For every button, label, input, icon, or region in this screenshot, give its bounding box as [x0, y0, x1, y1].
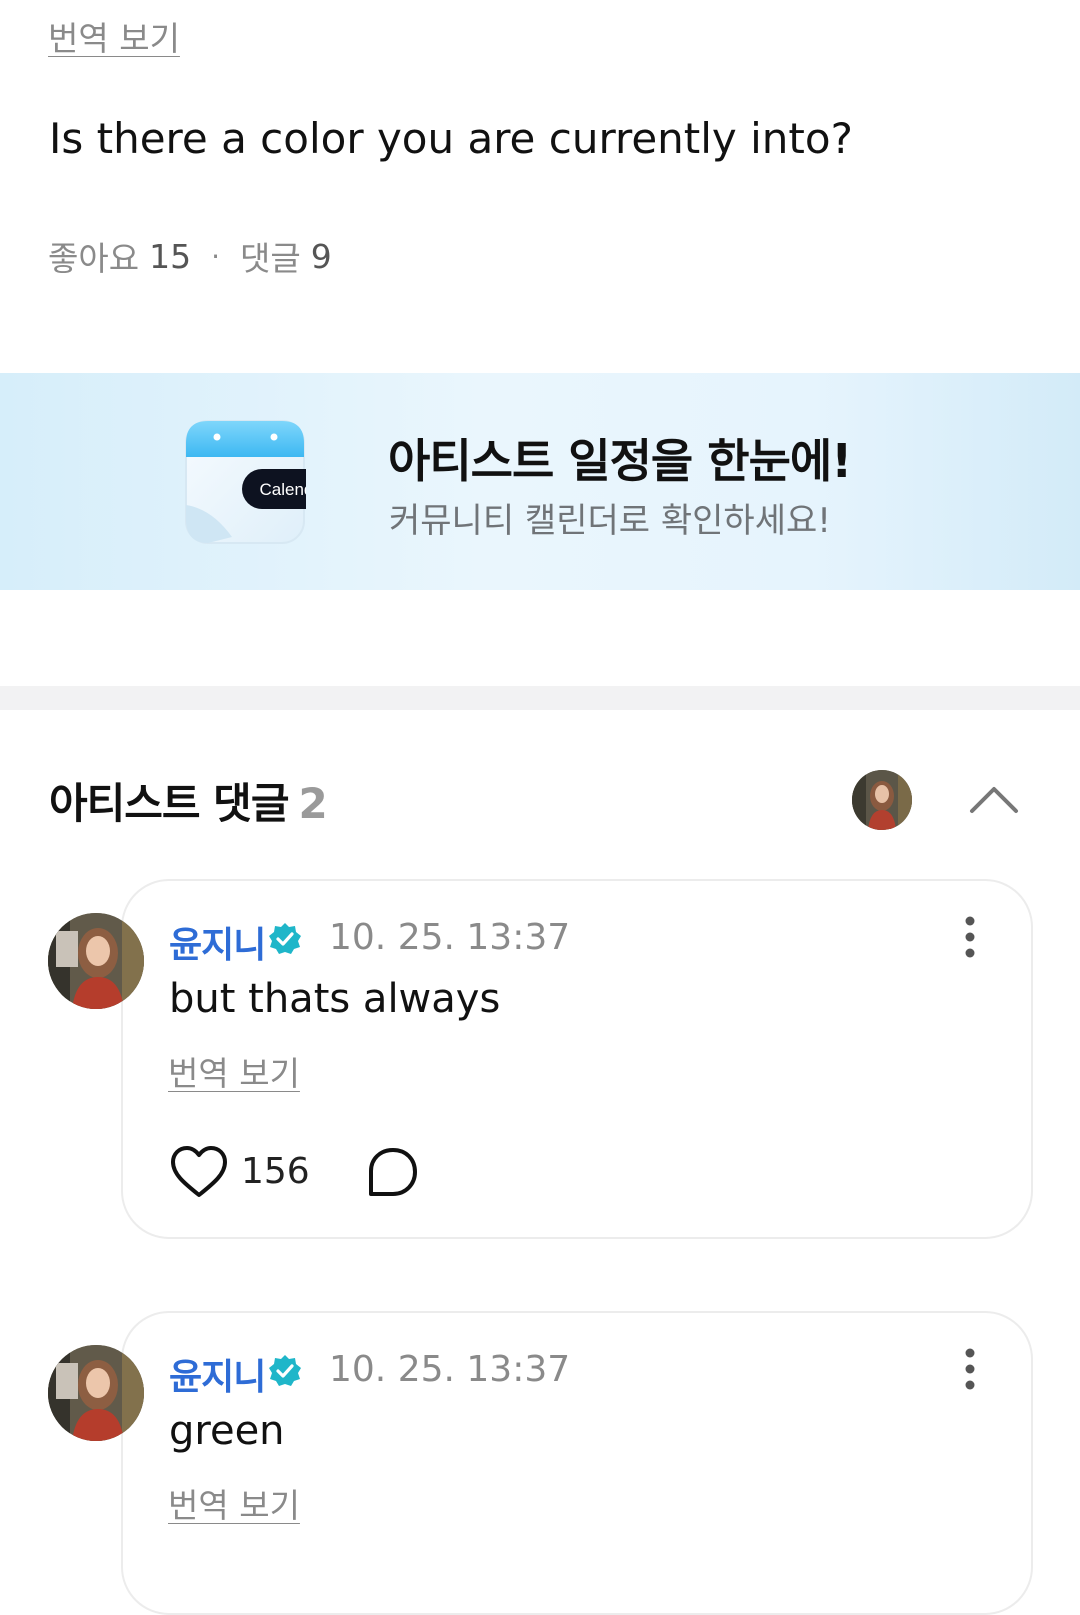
- post-text: Is there a color you are currently into?: [49, 114, 853, 163]
- more-vertical-icon[interactable]: [955, 914, 985, 960]
- likes-label: 좋아요: [48, 239, 140, 278]
- heart-icon[interactable]: [170, 1145, 228, 1199]
- comment-timestamp: 10. 25. 13:37: [329, 917, 571, 958]
- comments-count: 9: [310, 236, 332, 276]
- comments-label: 댓글: [240, 239, 301, 278]
- comment-author-name[interactable]: 윤지니: [169, 1348, 266, 1400]
- more-vertical-icon[interactable]: [955, 1346, 985, 1392]
- section-divider: [0, 686, 1080, 710]
- banner-subtitle: 커뮤니티 캘린더로 확인하세요!: [389, 501, 831, 541]
- comment-author-name[interactable]: 윤지니: [169, 916, 266, 968]
- stats-separator: ·: [211, 239, 220, 273]
- banner-title: 아티스트 일정을 한눈에!: [388, 434, 852, 488]
- comment-timestamp: 10. 25. 13:37: [329, 1349, 571, 1390]
- comment-text: green: [169, 1408, 285, 1454]
- comment-translate-link[interactable]: 번역 보기: [168, 1047, 300, 1095]
- post-stats: 좋아요 15 · 댓글 9: [48, 232, 332, 280]
- calendar-banner[interactable]: Calendar 아티스트 일정을 한눈에! 커뮤니티 캘린더로 확인하세요!: [0, 373, 1080, 590]
- comment-author-avatar[interactable]: [48, 913, 144, 1009]
- comment-translate-link[interactable]: 번역 보기: [168, 1479, 300, 1527]
- artist-comments-count: 2: [298, 779, 327, 828]
- artist-avatar[interactable]: [852, 770, 912, 830]
- comment-text: but thats always: [169, 976, 501, 1022]
- calendar-label: Calendar: [260, 480, 307, 499]
- chevron-up-icon[interactable]: [966, 775, 1022, 825]
- likes-count: 15: [149, 236, 192, 276]
- comment-like-count: 156: [241, 1151, 310, 1192]
- artist-comments-label: 아티스트 댓글: [49, 779, 289, 828]
- artist-comments-title: 아티스트 댓글 2: [49, 770, 328, 831]
- post-translate-link[interactable]: 번역 보기: [48, 12, 180, 60]
- calendar-icon: Calendar: [185, 420, 307, 544]
- comment-bubble-icon[interactable]: [366, 1146, 420, 1198]
- verified-badge-icon: [269, 923, 301, 954]
- verified-badge-icon: [269, 1355, 301, 1386]
- comment-author-avatar[interactable]: [48, 1345, 144, 1441]
